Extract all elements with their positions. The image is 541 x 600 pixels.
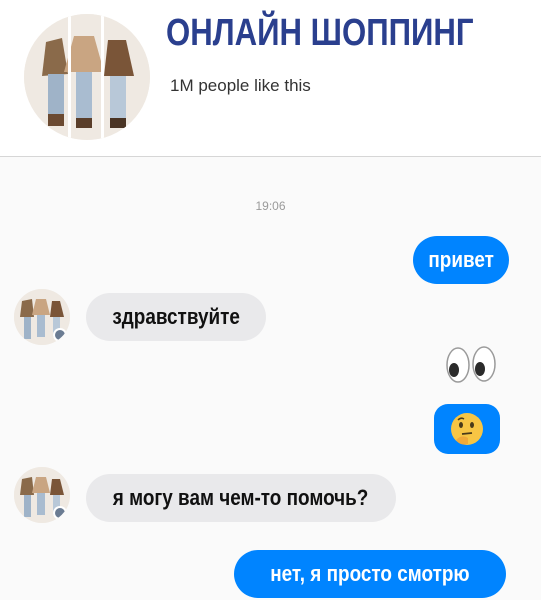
message-text: я могу вам чем-то помочь? [113,485,369,510]
sender-avatar[interactable] [14,289,70,345]
page-likes-count: 1M people like this [170,76,311,95]
message-text: здравствуйте [112,304,240,329]
outgoing-message-bubble[interactable]: нет, я просто смотрю [234,550,506,598]
outgoing-emoji-bubble[interactable] [434,404,500,454]
sender-avatar[interactable] [14,467,70,523]
page-header: ОНЛАЙН ШОППИНГ 1M people like this [0,0,541,156]
page-title[interactable]: ОНЛАЙН ШОППИНГ [166,12,474,55]
incoming-message-bubble[interactable]: я могу вам чем-то помочь? [86,474,396,522]
outgoing-message-bubble[interactable]: привет [413,236,509,284]
eyes-emoji-icon[interactable] [444,342,498,386]
page-avatar[interactable] [24,14,150,140]
clothing-collage-image [14,289,70,345]
message-text: нет, я просто смотрю [270,561,470,586]
message-text: привет [428,247,494,272]
thinking-face-emoji-icon [451,413,483,445]
message-timestamp: 19:06 [255,199,286,213]
clothing-collage-image [24,14,150,140]
header-divider [0,156,541,157]
clothing-collage-image [14,467,70,523]
incoming-message-bubble[interactable]: здравствуйте [86,293,266,341]
